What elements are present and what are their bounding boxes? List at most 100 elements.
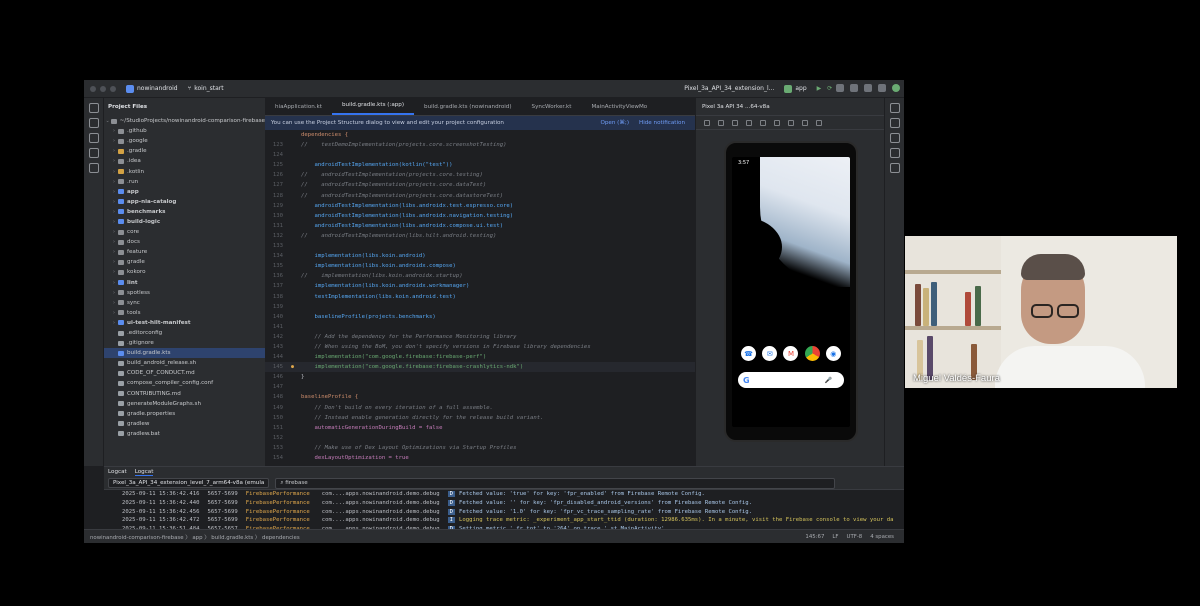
- run-config-selector[interactable]: app: [784, 84, 807, 93]
- logcat-tool-title[interactable]: Logcat: [108, 469, 127, 475]
- chevron-right-icon[interactable]: ›: [110, 199, 118, 205]
- chevron-right-icon[interactable]: ›: [110, 158, 118, 164]
- editor-tab[interactable]: SyncWorker.kt: [522, 104, 582, 115]
- tree-item[interactable]: › .github: [104, 126, 265, 136]
- lightbulb-icon[interactable]: ●: [291, 362, 301, 372]
- tree-item[interactable]: › docs: [104, 237, 265, 247]
- volume-down-icon[interactable]: [732, 119, 738, 126]
- tree-item[interactable]: › app-nia-catalog: [104, 197, 265, 207]
- tree-item[interactable]: › core: [104, 227, 265, 237]
- chevron-right-icon[interactable]: ›: [110, 219, 118, 225]
- log-row[interactable]: 2025-09-11 15:36:42.416 5657-5699 Firebase…: [104, 490, 904, 499]
- more-icon[interactable]: [816, 119, 822, 126]
- chevron-right-icon[interactable]: ›: [110, 310, 118, 316]
- running-devices-icon[interactable]: [889, 163, 900, 173]
- gmail-app-icon[interactable]: M: [783, 346, 799, 361]
- chevron-right-icon[interactable]: ›: [110, 249, 118, 255]
- settings-icon[interactable]: [878, 84, 886, 92]
- branch-selector[interactable]: ⑂ koin_start: [188, 85, 224, 92]
- log-row[interactable]: 2025-09-11 15:36:42.472 5657-5699 Firebase…: [104, 516, 904, 525]
- file-encoding[interactable]: UTF-8: [847, 534, 863, 540]
- chevron-right-icon[interactable]: ›: [110, 209, 118, 215]
- back-icon[interactable]: [760, 119, 766, 126]
- tree-item[interactable]: › .idea: [104, 156, 265, 166]
- tree-item[interactable]: › benchmarks: [104, 207, 265, 217]
- log-row[interactable]: 2025-09-11 15:36:42.456 5657-5699 Firebase…: [104, 507, 904, 516]
- chrome-app-icon[interactable]: [804, 346, 820, 361]
- phone-screen[interactable]: 3:57 ☎ ✉ M ◉ G 🎤: [732, 157, 850, 427]
- chevron-right-icon[interactable]: ›: [110, 189, 118, 195]
- debug-icon[interactable]: ⟳: [827, 85, 832, 92]
- messages-app-icon[interactable]: ✉: [762, 346, 778, 361]
- hide-notification-link[interactable]: Hide notification: [639, 120, 685, 126]
- line-separator[interactable]: LF: [832, 534, 838, 540]
- chevron-right-icon[interactable]: ›: [110, 179, 118, 185]
- tree-item[interactable]: .gitignore: [104, 338, 265, 348]
- chevron-right-icon[interactable]: ›: [110, 169, 118, 175]
- tree-item[interactable]: generateModuleGraphs.sh: [104, 399, 265, 409]
- editor-tab[interactable]: build.gradle.kts (nowinandroid): [414, 104, 522, 115]
- chevron-right-icon[interactable]: ›: [110, 239, 118, 245]
- gradle-icon[interactable]: [889, 118, 900, 128]
- chevron-right-icon[interactable]: ›: [110, 138, 118, 144]
- gemini-icon[interactable]: [889, 148, 900, 158]
- tree-item[interactable]: CONTRIBUTING.md: [104, 389, 265, 399]
- caret-position[interactable]: 145:67: [805, 534, 824, 540]
- chevron-right-icon[interactable]: ›: [110, 128, 118, 134]
- tree-item[interactable]: › kokoro: [104, 267, 265, 277]
- project-panel-title[interactable]: Project Files: [104, 98, 265, 116]
- tree-item[interactable]: › build-logic: [104, 217, 265, 227]
- tree-item[interactable]: gradle.properties: [104, 409, 265, 419]
- chevron-right-icon[interactable]: ›: [110, 259, 118, 265]
- tree-item[interactable]: › feature: [104, 247, 265, 257]
- tree-item[interactable]: › gradle: [104, 257, 265, 267]
- phone-app-icon[interactable]: ☎: [741, 346, 757, 361]
- resource-manager-icon[interactable]: [88, 148, 99, 158]
- open-link[interactable]: Open (⌘;): [600, 120, 629, 126]
- minimize-dot[interactable]: [100, 85, 106, 92]
- chevron-right-icon[interactable]: ›: [110, 148, 118, 154]
- rotate-icon[interactable]: [746, 119, 752, 126]
- code-area[interactable]: dependencies {123 // testDemoImplementati…: [265, 130, 695, 463]
- google-search-bar[interactable]: G 🎤: [738, 372, 844, 388]
- overview-icon[interactable]: [788, 119, 794, 126]
- tree-item[interactable]: build_android_release.sh: [104, 358, 265, 368]
- project-root[interactable]: ⌄ ~/StudioProjects/nowinandroid-compariso…: [104, 116, 266, 126]
- camera-app-icon[interactable]: ◉: [825, 346, 841, 361]
- indent-setting[interactable]: 4 spaces: [870, 534, 894, 540]
- tree-item[interactable]: › spotless: [104, 288, 265, 298]
- device-manager-icon[interactable]: [850, 84, 858, 92]
- tree-item[interactable]: .editorconfig: [104, 328, 265, 338]
- logcat-device-select[interactable]: Pixel_3a_API_34_extension_level_7_arm64-…: [108, 478, 270, 488]
- tree-item[interactable]: › .google: [104, 136, 265, 146]
- profiler-icon[interactable]: [836, 84, 844, 92]
- more-icon[interactable]: [88, 163, 99, 173]
- tree-item[interactable]: › .kotlin: [104, 166, 265, 176]
- close-dot[interactable]: [90, 85, 96, 92]
- editor-tab[interactable]: build.gradle.kts (:app): [332, 102, 415, 115]
- tree-item[interactable]: › lint: [104, 278, 265, 288]
- tree-item[interactable]: › sync: [104, 298, 265, 308]
- logcat-tab[interactable]: Logcat: [134, 469, 154, 476]
- tree-item[interactable]: build.gradle.kts: [104, 348, 265, 359]
- tree-item[interactable]: gradlew.bat: [104, 429, 265, 439]
- commit-icon[interactable]: [88, 118, 99, 128]
- mic-icon[interactable]: 🎤: [825, 377, 832, 384]
- chevron-right-icon[interactable]: ›: [110, 300, 118, 306]
- power-icon[interactable]: [704, 119, 710, 126]
- tree-item[interactable]: compose_compiler_config.conf: [104, 378, 265, 388]
- tree-item[interactable]: CODE_OF_CONDUCT.md: [104, 368, 265, 378]
- editor-tab[interactable]: hiaApplication.kt: [265, 104, 332, 115]
- avatar[interactable]: [892, 84, 900, 92]
- tree-item[interactable]: › app: [104, 187, 265, 197]
- device-selector[interactable]: Pixel_3a_API_34_extension_l...: [684, 85, 774, 92]
- log-row[interactable]: 2025-09-11 15:36:42.440 5657-5699 Firebase…: [104, 499, 904, 508]
- chevron-right-icon[interactable]: ›: [110, 229, 118, 235]
- device-manager-icon[interactable]: [889, 133, 900, 143]
- tree-item[interactable]: › .run: [104, 177, 265, 187]
- chevron-right-icon[interactable]: ›: [110, 320, 118, 326]
- search-icon[interactable]: [864, 84, 872, 92]
- tree-item[interactable]: gradlew: [104, 419, 265, 429]
- home-icon[interactable]: [774, 119, 780, 126]
- emulator-tab[interactable]: Pixel 3a API 34 ...64-v8a: [696, 98, 904, 116]
